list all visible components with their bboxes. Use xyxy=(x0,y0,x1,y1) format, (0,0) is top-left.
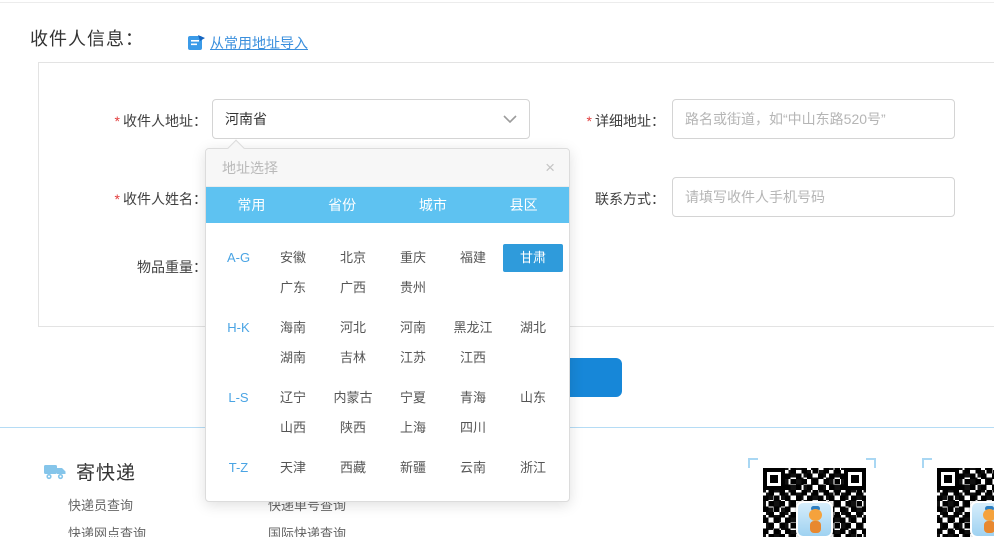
province-item[interactable]: 宁夏 xyxy=(383,383,443,413)
qr-bracket-icon xyxy=(748,458,758,468)
province-item[interactable]: 陕西 xyxy=(323,413,383,443)
province-item[interactable]: 上海 xyxy=(383,413,443,443)
qr-code-image xyxy=(937,468,994,537)
import-link-label: 从常用地址导入 xyxy=(210,33,308,53)
footer-link[interactable]: 国际快递查询 xyxy=(268,526,428,537)
import-icon xyxy=(188,35,205,51)
province-item[interactable]: 西藏 xyxy=(323,453,383,483)
province-item[interactable]: 广西 xyxy=(323,273,383,303)
qr-finder-icon xyxy=(937,468,959,490)
province-item[interactable]: 河北 xyxy=(323,313,383,343)
recipient-address-label: *收件人地址： xyxy=(60,111,207,131)
province-item[interactable]: 四川 xyxy=(443,413,503,443)
qr-mascot-logo xyxy=(796,501,833,537)
popup-title: 地址选择 xyxy=(222,160,278,176)
province-item[interactable]: 青海 xyxy=(443,383,503,413)
province-list: 辽宁内蒙古宁夏青海山东山西陕西上海四川 xyxy=(263,383,565,443)
province-item[interactable]: 黑龙江 xyxy=(443,313,503,343)
province-item[interactable]: 山东 xyxy=(503,383,563,413)
item-weight-label: 物品重量： xyxy=(60,257,207,277)
province-item[interactable]: 贵州 xyxy=(383,273,443,303)
province-item[interactable]: 海南 xyxy=(263,313,323,343)
province-item[interactable]: 天津 xyxy=(263,453,323,483)
province-item[interactable]: 内蒙古 xyxy=(323,383,383,413)
province-item-selected[interactable]: 甘肃 xyxy=(503,244,563,272)
qr-bracket-icon xyxy=(922,458,932,468)
qr-code-block-1 xyxy=(748,458,876,537)
province-item[interactable]: 湖南 xyxy=(263,343,323,373)
address-picker-popup: 地址选择 × 常用省份城市县区 A-G 安徽北京重庆福建甘肃广东广西贵州 H-K 海南… xyxy=(205,148,570,502)
truck-icon xyxy=(44,462,68,481)
province-group: L-S 辽宁内蒙古宁夏青海山东山西陕西上海四川 xyxy=(226,383,569,443)
recipient-address-value: 河南省 xyxy=(225,109,503,129)
required-asterisk: * xyxy=(115,191,120,207)
qr-code-image xyxy=(763,468,866,537)
footer-links-column-2: 快递单号查询国际快递查询 xyxy=(268,498,428,537)
popup-tab-1[interactable]: 省份 xyxy=(297,187,388,223)
footer-link[interactable]: 快递网点查询 xyxy=(68,526,228,537)
page: 收件人信息： 从常用地址导入 *收件人地址： 河南省 *详细地址： *收件人姓名… xyxy=(0,0,994,537)
popup-header: 地址选择 × xyxy=(206,149,569,187)
qr-code-block-2 xyxy=(922,458,994,537)
qr-mascot-logo xyxy=(970,501,994,537)
province-item[interactable]: 浙江 xyxy=(503,453,563,483)
detail-address-input[interactable] xyxy=(672,99,955,139)
close-icon[interactable]: × xyxy=(545,149,555,187)
province-group: T-Z 天津西藏新疆云南浙江 xyxy=(226,453,569,483)
province-item[interactable]: 北京 xyxy=(323,243,383,273)
recipient-address-select[interactable]: 河南省 xyxy=(212,99,530,139)
province-item[interactable]: 新疆 xyxy=(383,453,443,483)
required-asterisk: * xyxy=(115,113,120,129)
group-letter-label: H-K xyxy=(226,313,251,373)
footer-heading: 寄快递 xyxy=(44,458,136,485)
import-address-link[interactable]: 从常用地址导入 xyxy=(188,33,308,53)
province-item[interactable]: 湖北 xyxy=(503,313,563,343)
province-item[interactable]: 福建 xyxy=(443,243,503,273)
top-divider xyxy=(0,2,994,3)
popup-tab-bar: 常用省份城市县区 xyxy=(206,187,569,223)
province-item[interactable]: 吉林 xyxy=(323,343,383,373)
province-item[interactable]: 重庆 xyxy=(383,243,443,273)
province-item[interactable]: 云南 xyxy=(443,453,503,483)
chevron-down-icon xyxy=(503,115,517,123)
popup-tab-3[interactable]: 县区 xyxy=(478,187,569,223)
province-groups: A-G 安徽北京重庆福建甘肃广东广西贵州 H-K 海南河北河南黑龙江湖北湖南吉林江苏江… xyxy=(206,223,569,483)
province-item[interactable]: 江苏 xyxy=(383,343,443,373)
contact-input[interactable] xyxy=(672,177,955,217)
province-item[interactable]: 辽宁 xyxy=(263,383,323,413)
province-list: 天津西藏新疆云南浙江 xyxy=(263,453,565,483)
recipient-name-label: *收件人姓名： xyxy=(60,189,207,209)
province-item[interactable]: 江西 xyxy=(443,343,503,373)
province-group: A-G 安徽北京重庆福建甘肃广东广西贵州 xyxy=(226,243,569,303)
footer-link[interactable]: 快递员查询 xyxy=(68,498,228,513)
province-item[interactable]: 山西 xyxy=(263,413,323,443)
qr-finder-icon xyxy=(763,468,785,490)
province-list: 海南河北河南黑龙江湖北湖南吉林江苏江西 xyxy=(263,313,565,373)
province-group: H-K 海南河北河南黑龙江湖北湖南吉林江苏江西 xyxy=(226,313,569,373)
group-letter-label: L-S xyxy=(226,383,251,443)
province-item[interactable]: 安徽 xyxy=(263,243,323,273)
required-asterisk: * xyxy=(587,113,592,129)
page-title: 收件人信息： xyxy=(30,25,144,51)
group-letter-label: T-Z xyxy=(226,453,251,483)
province-item[interactable]: 河南 xyxy=(383,313,443,343)
popup-tab-0[interactable]: 常用 xyxy=(206,187,297,223)
footer-heading-label: 寄快递 xyxy=(76,458,136,485)
detail-address-label: *详细地址： xyxy=(540,111,665,131)
group-letter-label: A-G xyxy=(226,243,251,303)
popup-tab-2[interactable]: 城市 xyxy=(388,187,479,223)
qr-bracket-icon xyxy=(866,458,876,468)
footer-links-column-1: 快递员查询快递网点查询 xyxy=(68,498,228,537)
qr-finder-icon xyxy=(844,468,866,490)
province-item[interactable]: 广东 xyxy=(263,273,323,303)
province-list: 安徽北京重庆福建甘肃广东广西贵州 xyxy=(263,243,565,303)
